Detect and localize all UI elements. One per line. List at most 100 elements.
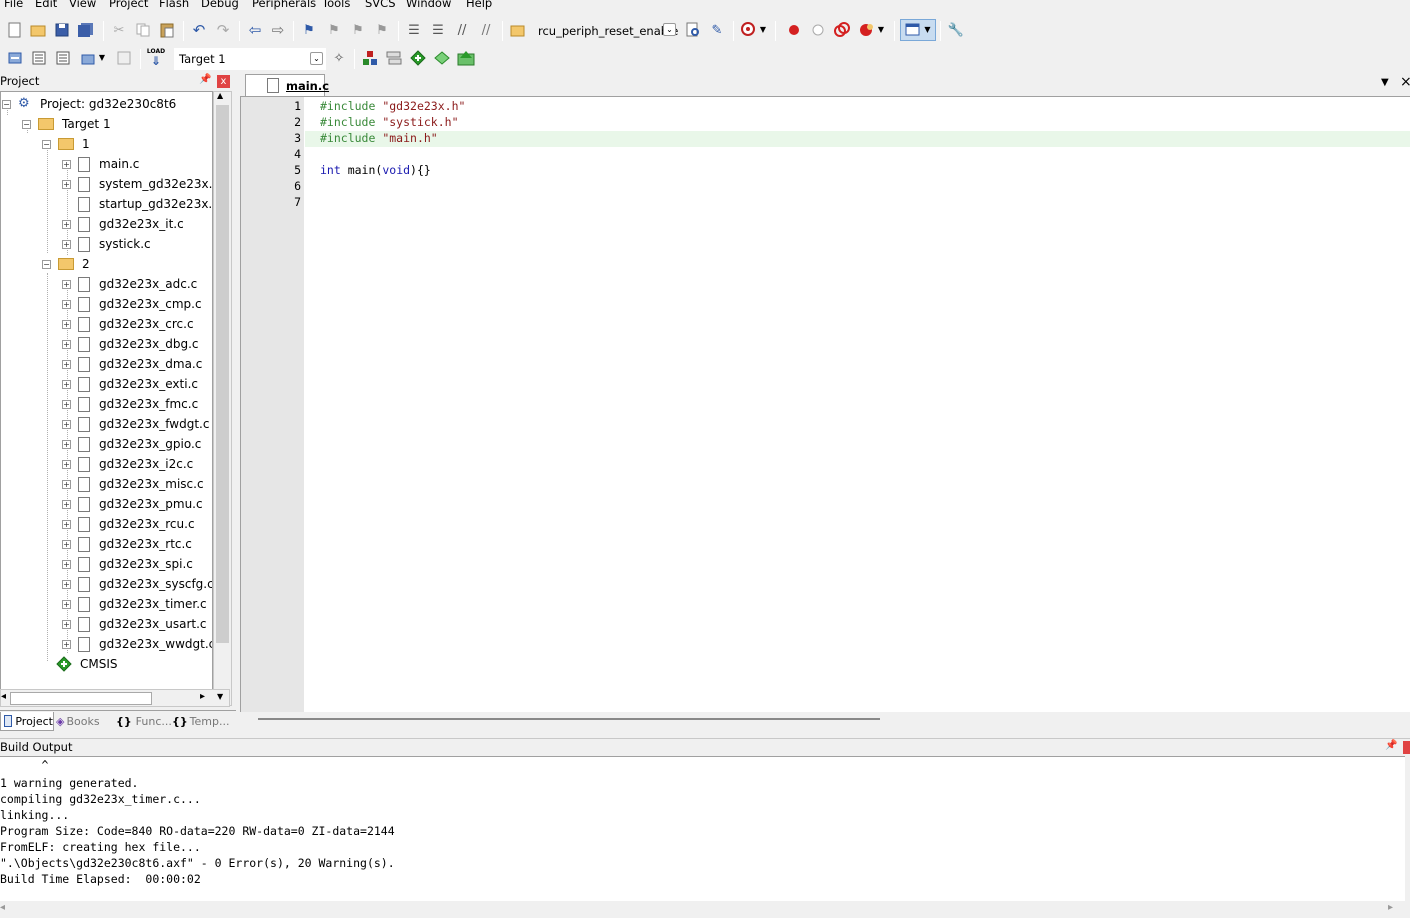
tree-file[interactable]: + gd32e23x_pmu.c [62,494,203,514]
tree-horizontal-scrollbar[interactable]: ◂ ▸ ▼ [0,689,230,707]
incremental-find-icon[interactable]: ✎ [707,20,727,40]
tree-file[interactable]: startup_gd32e23x.s [78,194,212,214]
tree-file[interactable]: + gd32e23x_gpio.c [62,434,201,454]
tree-file[interactable]: + gd32e23x_crc.c [62,314,194,334]
tree-file[interactable]: + gd32e23x_usart.c [62,614,207,634]
tab-list-dropdown-icon[interactable]: ▼ [1381,77,1389,88]
close-icon[interactable]: x [217,75,230,88]
tree-group-2[interactable]: − 2 [42,254,90,274]
tab-templates[interactable]: {} Temp... [172,712,230,731]
expand-icon[interactable]: + [62,279,71,289]
scroll-right-icon[interactable]: ▸ [200,691,205,702]
build-output-horizontal-scrollbar[interactable]: ◂ ▸ [0,901,1410,918]
tree-file[interactable]: + gd32e23x_wwdgt.c [62,634,212,654]
close-icon[interactable] [1403,741,1410,754]
expand-icon[interactable]: + [62,159,71,169]
bookmark-clear-icon[interactable]: ⚑ [372,20,392,40]
code-editor[interactable]: 1 2 3 4 5 6 7 #include "gd32e23x.h" #inc… [240,96,1410,712]
menu-edit[interactable]: Edit [35,0,57,10]
redo-icon[interactable]: ↷ [213,20,233,40]
uncomment-icon[interactable]: // [476,20,496,40]
scroll-down-icon[interactable]: ▼ [217,692,223,701]
expand-icon[interactable]: + [62,379,71,389]
tree-file[interactable]: + system_gd32e23x.c [62,174,212,194]
tree-file[interactable]: + main.c [62,154,139,174]
expand-icon[interactable]: + [62,439,71,449]
open-folder-icon[interactable] [28,20,48,40]
build-output-text[interactable]: ^ 1 warning generated. compiling gd32e23… [0,756,1405,901]
select-packs-icon[interactable] [432,48,452,68]
chevron-down-icon[interactable]: ⌄ [310,52,323,65]
scroll-left-icon[interactable]: ◂ [0,902,5,913]
insert-breakpoint-icon[interactable] [784,20,804,40]
menu-tools[interactable]: Tools [322,0,350,10]
menu-svcs[interactable]: SVCS [365,0,396,10]
debug-session-icon[interactable] [739,20,759,40]
save-icon[interactable] [52,20,72,40]
scroll-thumb[interactable] [216,105,229,643]
expand-icon[interactable]: + [62,499,71,509]
bookmark-toggle-icon[interactable]: ⚑ [299,20,319,40]
build-icon[interactable] [29,48,49,68]
tab-project[interactable]: Project [0,712,54,731]
expand-icon[interactable]: + [62,619,71,629]
scroll-left-icon[interactable]: ◂ [1,691,6,702]
save-all-icon[interactable] [76,20,96,40]
collapse-icon[interactable]: − [42,259,51,269]
tree-vertical-scrollbar[interactable]: ▲ [213,91,232,706]
menu-project[interactable]: Project [109,0,148,10]
menu-debug[interactable]: Debug [201,0,239,10]
tree-file[interactable]: + gd32e23x_dbg.c [62,334,199,354]
expand-icon[interactable]: + [62,479,71,489]
pack-installer-icon[interactable] [456,48,476,68]
collapse-icon[interactable]: − [2,99,11,109]
tree-group-1[interactable]: − 1 [42,134,90,154]
configure-wrench-icon[interactable]: 🔧 [946,20,966,40]
kill-all-breakpoints-icon[interactable] [857,20,877,40]
expand-icon[interactable]: + [62,299,71,309]
expand-icon[interactable]: + [62,459,71,469]
tree-file[interactable]: + gd32e23x_adc.c [62,274,197,294]
scroll-up-icon[interactable]: ▲ [217,91,223,100]
expand-icon[interactable]: + [62,579,71,589]
translate-icon[interactable] [5,48,25,68]
cut-icon[interactable]: ✂ [109,20,129,40]
tree-file[interactable]: + gd32e23x_cmp.c [62,294,202,314]
target-combo[interactable]: Target 1 ⌄ [174,48,326,70]
navigate-back-icon[interactable]: ⇦ [245,20,265,40]
build-output-vertical-scrollbar[interactable] [1405,756,1410,901]
menu-help[interactable]: Help [466,0,492,10]
chevron-down-icon[interactable]: ▼ [757,20,769,40]
stop-build-icon[interactable] [114,48,134,68]
tree-file[interactable]: + gd32e23x_exti.c [62,374,198,394]
bookmark-prev-icon[interactable]: ⚑ [324,20,344,40]
bookmark-next-icon[interactable]: ⚑ [348,20,368,40]
manage-rte-icon[interactable] [408,48,428,68]
tree-cmsis[interactable]: CMSIS [56,654,118,674]
target-options-icon[interactable]: ✧ [329,48,349,68]
find-icon[interactable] [683,20,703,40]
tree-file[interactable]: + gd32e23x_misc.c [62,474,204,494]
editor-tab-main-c[interactable]: main.c [245,74,329,96]
menu-flash[interactable]: Flash [159,0,189,10]
tree-file[interactable]: + gd32e23x_timer.c [62,594,207,614]
paste-icon[interactable] [157,20,177,40]
undo-icon[interactable]: ↶ [189,20,209,40]
expand-icon[interactable]: + [62,559,71,569]
tree-file[interactable]: + gd32e23x_it.c [62,214,184,234]
new-file-icon[interactable] [5,20,25,40]
tree-target[interactable]: − Target 1 [22,114,111,134]
collapse-icon[interactable]: − [22,119,31,129]
expand-icon[interactable]: + [62,539,71,549]
comment-icon[interactable]: // [452,20,472,40]
copy-icon[interactable] [133,20,153,40]
tree-file[interactable]: + systick.c [62,234,151,254]
expand-icon[interactable]: + [62,639,71,649]
rebuild-icon[interactable] [53,48,73,68]
pin-icon[interactable]: 📌 [1385,740,1397,751]
tree-file[interactable]: + gd32e23x_dma.c [62,354,202,374]
scroll-thumb[interactable] [258,718,880,720]
navigate-forward-icon[interactable]: ⇨ [268,20,288,40]
scroll-right-icon[interactable]: ▸ [1388,902,1393,913]
manage-multi-project-icon[interactable] [384,48,404,68]
